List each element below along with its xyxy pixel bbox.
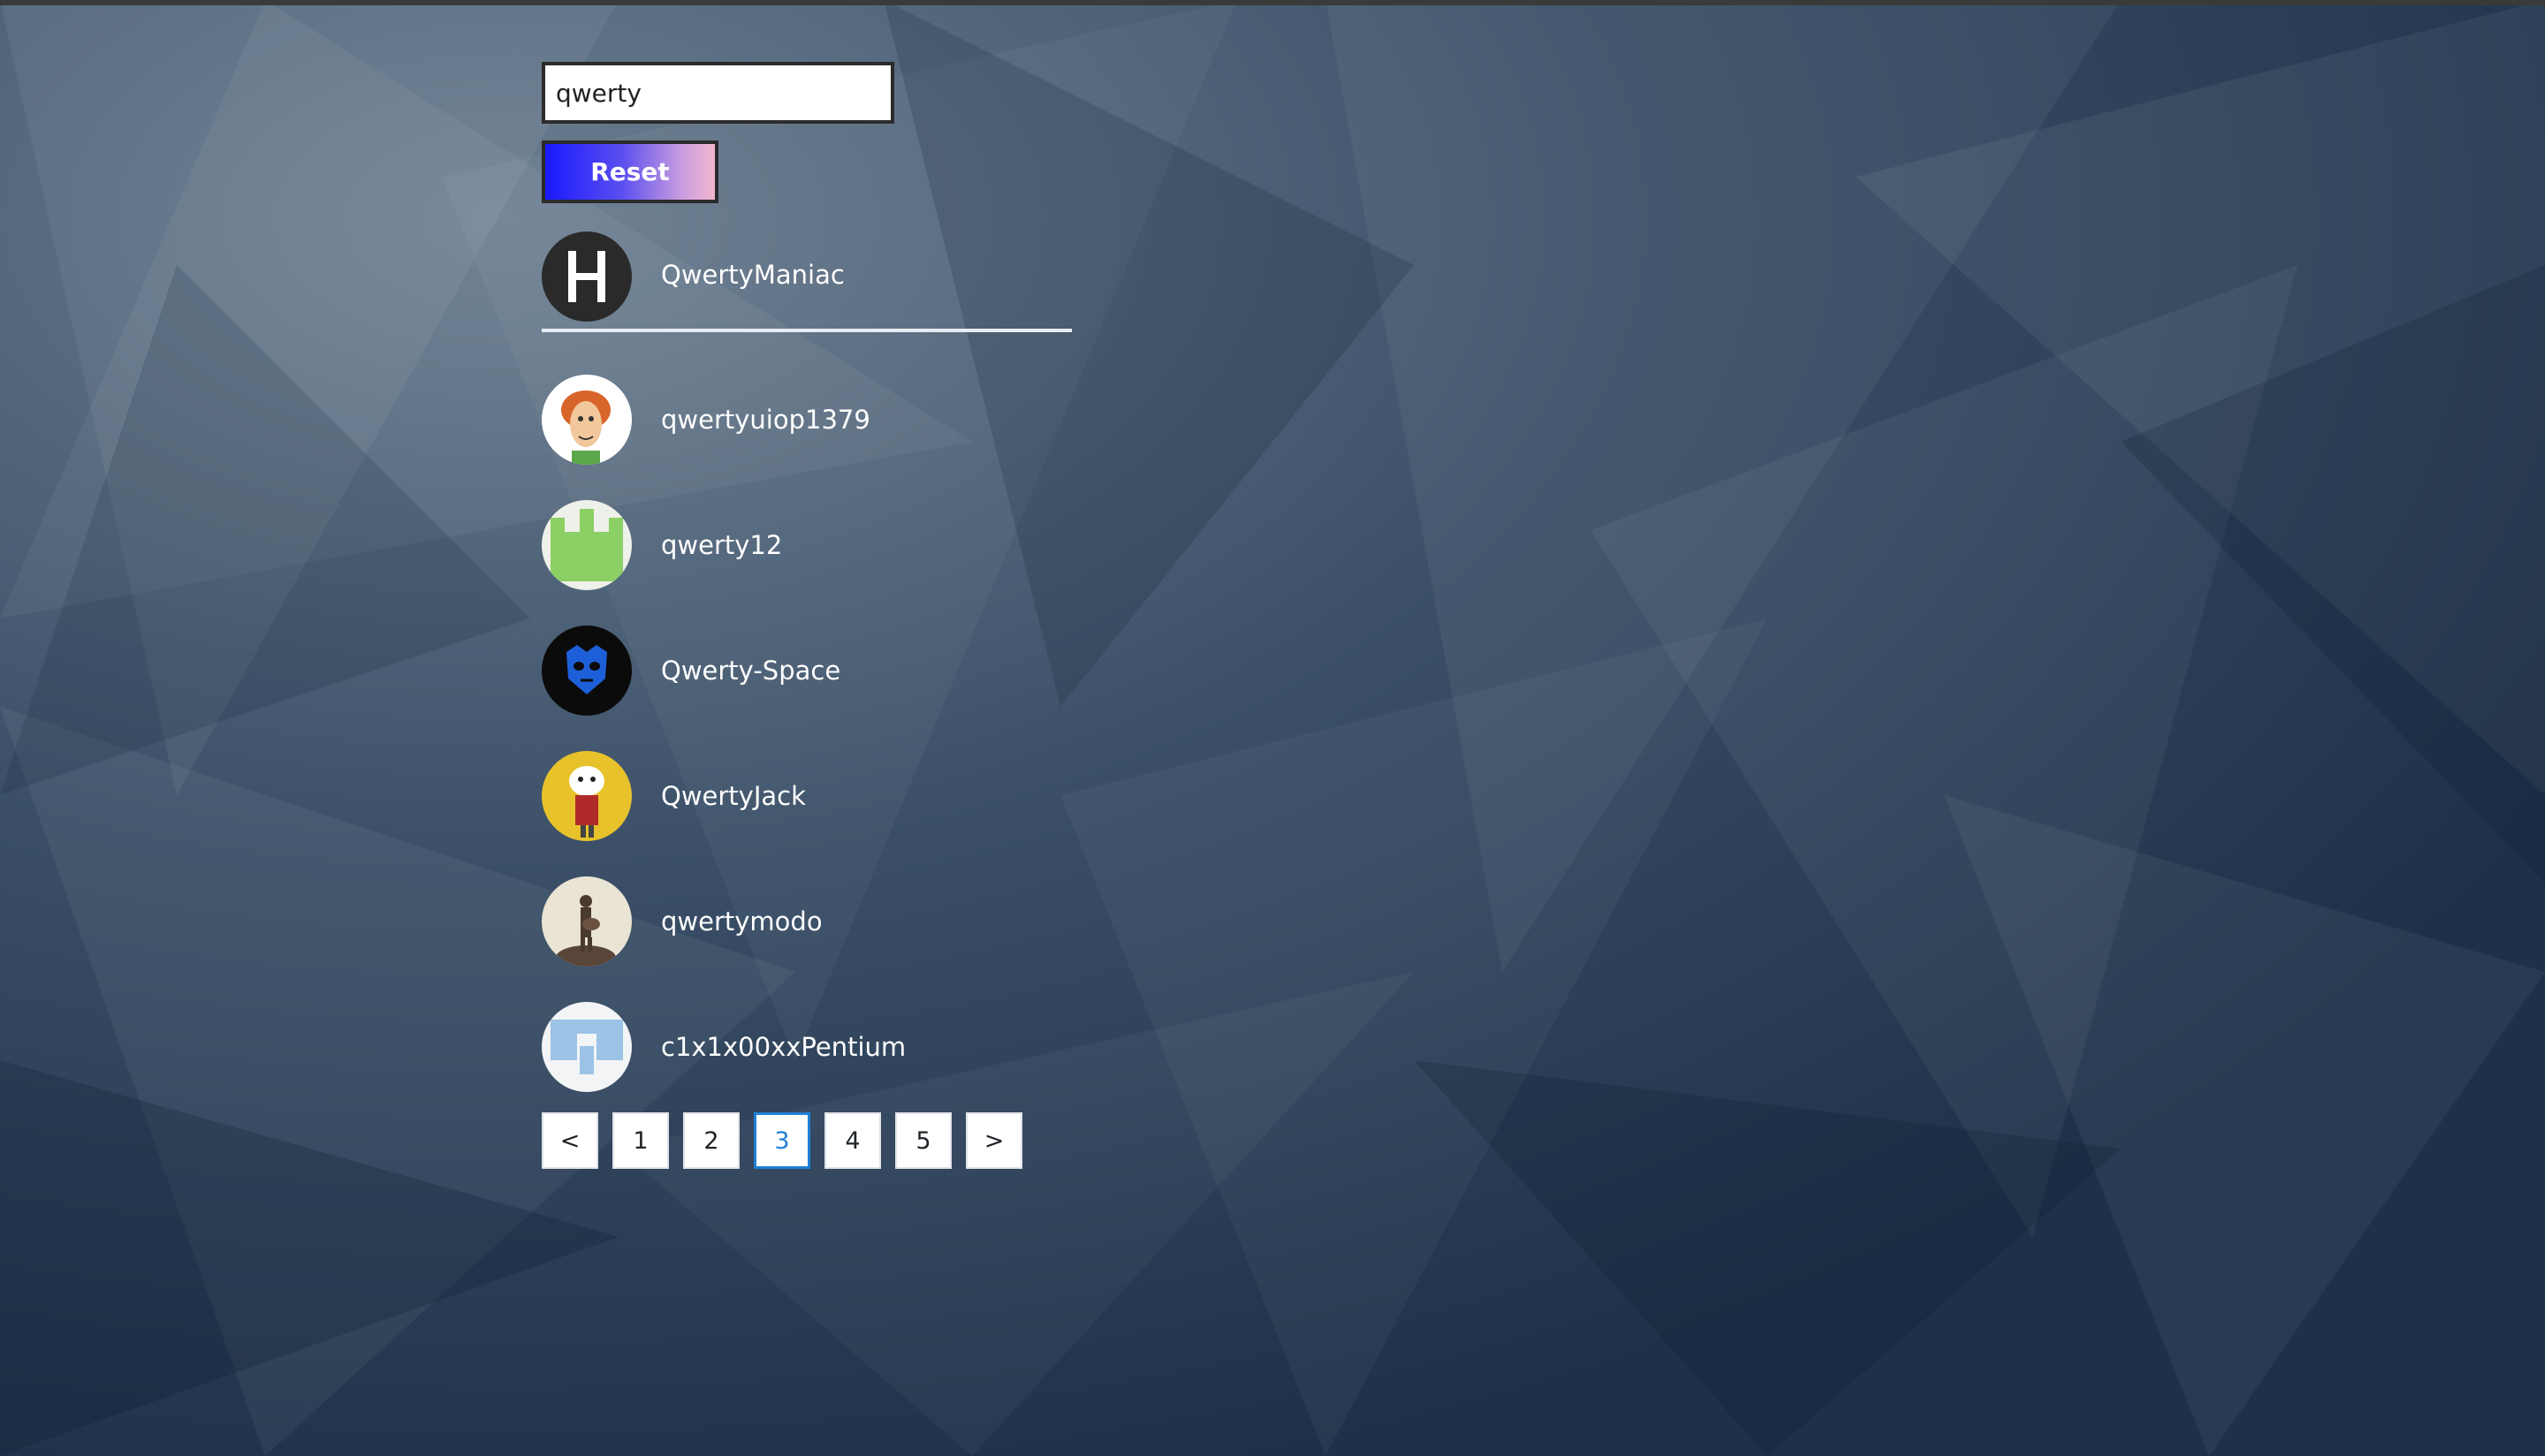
page-button[interactable]: 2 [683, 1112, 740, 1169]
page-button[interactable]: 4 [824, 1112, 881, 1169]
cartoon-redhead-avatar-icon [542, 375, 632, 465]
user-list-item[interactable]: qwerty12 [542, 482, 1072, 608]
user-list-item[interactable]: qwertyuiop1379 [542, 357, 1072, 482]
username: Qwerty-Space [661, 656, 841, 686]
current-page-button[interactable]: 3 [754, 1112, 810, 1169]
green-identicon-avatar-icon [542, 500, 632, 590]
user-list: QwertyManiac qwertyuiop1379 qwerty12 Qwe… [542, 228, 1072, 1110]
user-list-item[interactable]: Qwerty-Space [542, 608, 1072, 733]
user-list-item[interactable]: qwertymodo [542, 859, 1072, 984]
prev-page-button[interactable]: < [542, 1112, 598, 1169]
username: QwertyJack [661, 781, 806, 811]
reset-button[interactable]: Reset [542, 140, 718, 203]
page-button[interactable]: 5 [895, 1112, 952, 1169]
lightblue-identicon-avatar-icon [542, 1002, 632, 1092]
user-list-item[interactable]: QwertyManiac [542, 228, 1072, 332]
background-pattern [0, 0, 2545, 1456]
top-bar [0, 0, 2545, 5]
page-button[interactable]: 1 [612, 1112, 669, 1169]
user-list-item[interactable]: c1x1x00xxPentium [542, 984, 1072, 1110]
user-list-item[interactable]: QwertyJack [542, 733, 1072, 859]
search-input[interactable] [542, 62, 894, 124]
next-page-button[interactable]: > [966, 1112, 1022, 1169]
cartoon-character-yellow-avatar-icon [542, 751, 632, 841]
username: qwertyuiop1379 [661, 405, 870, 435]
username: qwertymodo [661, 906, 823, 937]
pagination: < 1 2 3 4 5 > [542, 1112, 1037, 1169]
username: QwertyManiac [661, 260, 845, 290]
guitarist-silhouette-avatar-icon [542, 876, 632, 967]
username: c1x1x00xxPentium [661, 1032, 907, 1062]
blue-mask-avatar-icon [542, 626, 632, 716]
username: qwerty12 [661, 530, 783, 560]
letter-h-avatar-icon [542, 231, 632, 322]
